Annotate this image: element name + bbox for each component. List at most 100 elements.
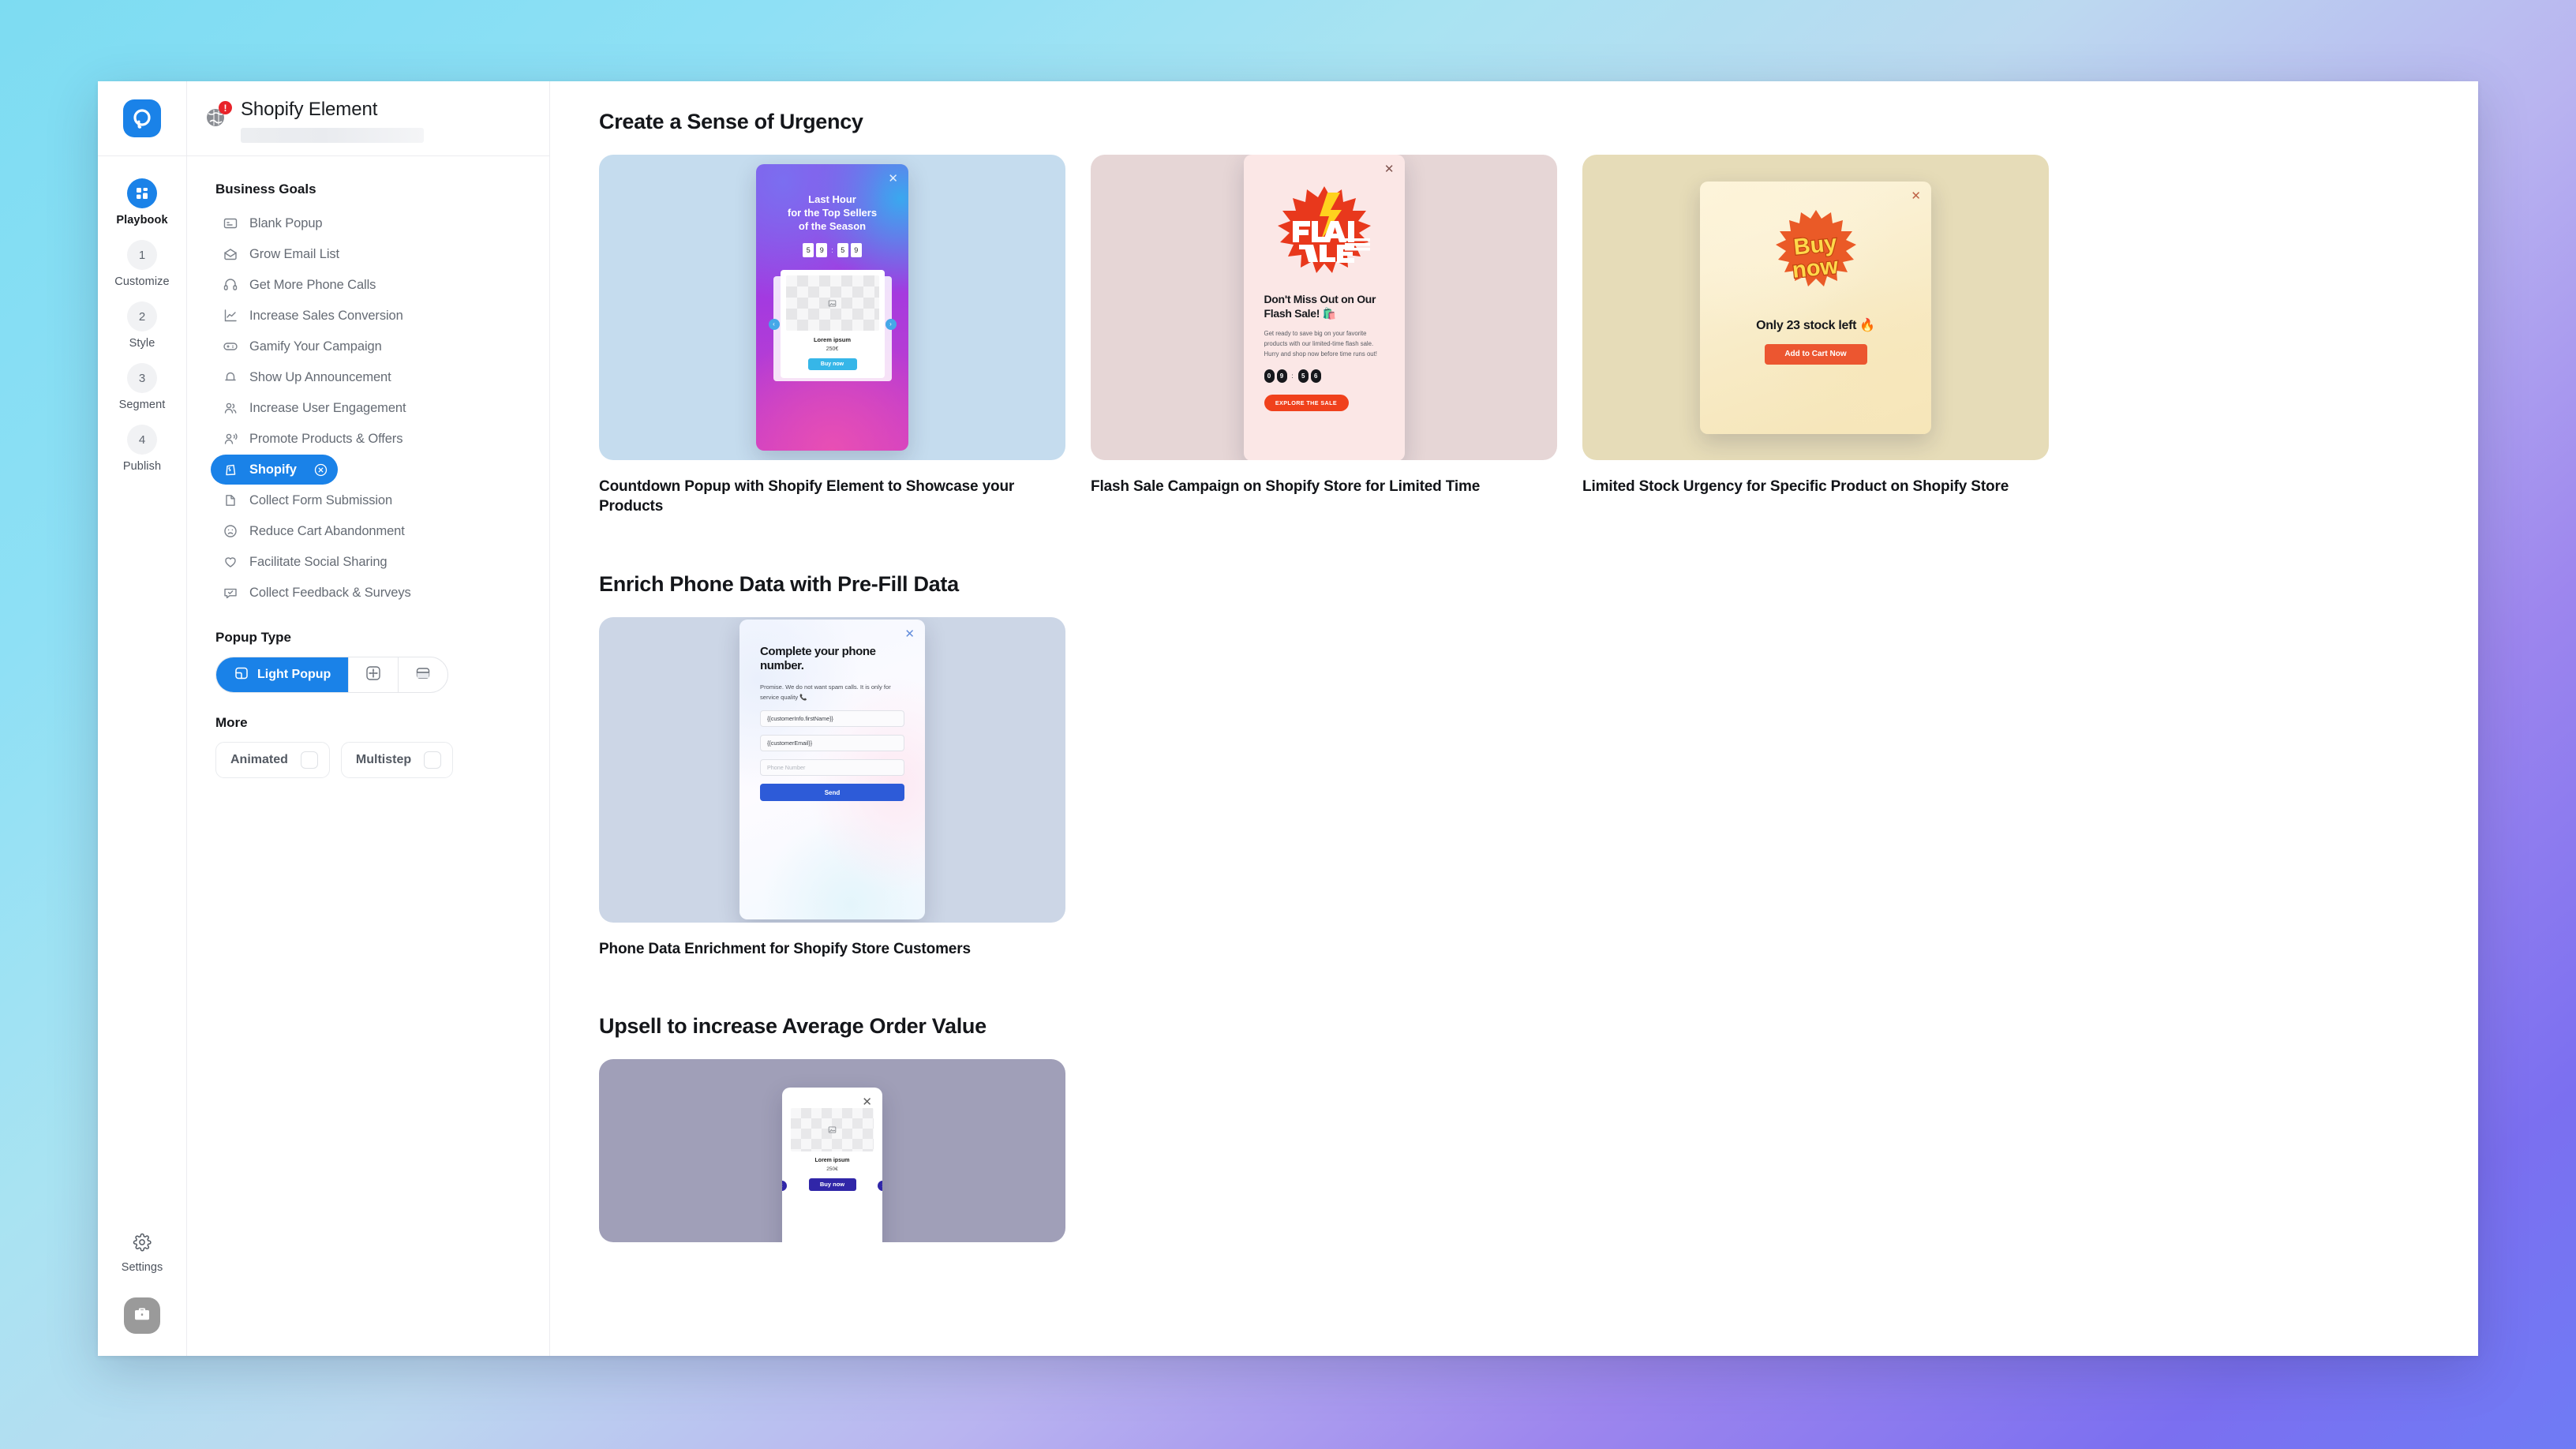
gear-icon: [133, 1233, 152, 1256]
headset-icon: [222, 276, 239, 294]
popup-type-bar[interactable]: [399, 657, 447, 692]
briefcase-icon: [133, 1305, 152, 1327]
svg-text:now: now: [1791, 253, 1839, 283]
goal-item-shopify[interactable]: Shopify: [211, 455, 338, 485]
settings-button[interactable]: Settings: [122, 1233, 163, 1274]
section-urgency: Create a Sense of Urgency ✕ Last Hour fo…: [599, 110, 2478, 517]
goal-item-gamify-your-campaign[interactable]: Gamify Your Campaign: [211, 331, 526, 361]
avatar[interactable]: [124, 1297, 160, 1334]
goal-item-promote-products-offers[interactable]: Promote Products & Offers: [211, 424, 526, 454]
rail-step-label: Playbook: [116, 214, 168, 227]
buy-now-button[interactable]: Buy now: [807, 358, 857, 371]
popup-type-label: Light Popup: [257, 668, 331, 681]
phone-number-field[interactable]: Phone Number: [760, 759, 904, 777]
close-icon[interactable]: ✕: [904, 628, 915, 640]
template-card-limited-stock[interactable]: ✕ Buy now Only 23 stock left 🔥 Add to Ca…: [1582, 155, 2049, 517]
popup-title: Last Hour for the Top Sellers of the Sea…: [787, 193, 878, 233]
business-goals-title: Business Goals: [215, 182, 316, 197]
rail-step-label: Customize: [114, 275, 170, 288]
chevron-right-icon[interactable]: ›: [878, 1180, 882, 1191]
sidebar-item-segment[interactable]: 3 Segment: [98, 363, 186, 411]
template-caption: Countdown Popup with Shopify Element to …: [599, 478, 1015, 515]
section-heading: Upsell to increase Average Order Value: [599, 1013, 987, 1038]
goal-item-increase-sales-conversion[interactable]: Increase Sales Conversion: [211, 301, 526, 331]
template-card-flash-sale[interactable]: ✕ Don't Miss Out on Our Flash Sale! 🛍️ G…: [1091, 155, 1557, 517]
template-thumbnail: ✕ Lorem ipsum 250€ Buy now ‹: [599, 1058, 1065, 1242]
flash-sale-badge-icon: [1269, 185, 1380, 278]
template-caption: Limited Stock Urgency for Specific Produ…: [1582, 478, 2009, 495]
goal-item-reduce-cart-abandonment[interactable]: Reduce Cart Abandonment: [211, 516, 526, 546]
gamepad-icon: [222, 338, 239, 355]
more-options-row: Animated Multistep: [215, 742, 521, 778]
section-phone-enrichment: Enrich Phone Data with Pre-Fill Data ✕ C…: [599, 572, 2478, 959]
rail-step-label: Publish: [122, 460, 162, 473]
goal-item-collect-feedback-surveys[interactable]: Collect Feedback & Surveys: [211, 578, 526, 608]
goal-item-blank-popup[interactable]: Blank Popup: [211, 208, 526, 238]
app-logo[interactable]: [98, 81, 186, 156]
explore-the-sale-button[interactable]: EXPLORE THE SALE: [1264, 395, 1349, 412]
goal-item-increase-user-engagement[interactable]: Increase User Engagement: [211, 393, 526, 423]
popupsmart-logo-icon: [123, 99, 161, 137]
globe-icon[interactable]: !: [203, 101, 232, 130]
goal-item-get-more-phone-calls[interactable]: Get More Phone Calls: [211, 270, 526, 300]
goal-label: Reduce Cart Abandonment: [249, 523, 405, 538]
goal-label: Grow Email List: [249, 246, 340, 261]
send-button[interactable]: Send: [760, 784, 904, 802]
megaphone-user-icon: [222, 430, 239, 447]
bar-popup-icon: [414, 665, 432, 686]
sidebar-item-style[interactable]: 2 Style: [98, 301, 186, 350]
settings-label: Settings: [121, 1261, 163, 1274]
popup-type-title: Popup Type: [215, 630, 292, 645]
step-number: 3: [127, 363, 157, 393]
close-icon[interactable]: ✕: [1911, 190, 1921, 202]
popup-type-fullscreen[interactable]: [349, 657, 399, 692]
timer-digit: 9: [1276, 369, 1287, 384]
template-card-upsell[interactable]: ✕ Lorem ipsum 250€ Buy now ‹: [599, 1058, 1065, 1242]
bell-icon: [222, 369, 239, 386]
goal-item-facilitate-social-sharing[interactable]: Facilitate Social Sharing: [211, 547, 526, 577]
sidebar-item-playbook[interactable]: Playbook: [98, 178, 186, 227]
close-icon[interactable]: ✕: [862, 1096, 872, 1108]
template-card-countdown[interactable]: ✕ Last Hour for the Top Sellers of the S…: [599, 155, 1065, 517]
toggle-multistep[interactable]: Multistep: [340, 742, 454, 778]
animated-checkbox[interactable]: [300, 751, 318, 769]
chevron-left-icon[interactable]: ‹: [768, 318, 780, 330]
product-name: Lorem ipsum: [814, 1157, 850, 1163]
email-field[interactable]: {{customerEmail}}: [760, 735, 904, 752]
close-icon[interactable]: ✕: [1384, 163, 1395, 175]
sidebar-item-publish[interactable]: 4 Publish: [98, 425, 186, 473]
heart-icon: [222, 553, 239, 571]
goal-label: Shopify: [249, 462, 297, 477]
status-badge: !: [219, 101, 232, 114]
template-thumbnail: ✕ Buy now Only 23 stock left 🔥 Add to Ca…: [1582, 155, 2049, 460]
toggle-animated[interactable]: Animated: [215, 742, 330, 778]
goal-item-grow-email-list[interactable]: Grow Email List: [211, 239, 526, 269]
product-image-placeholder: [791, 1107, 874, 1151]
sidebar-header: ! Shopify Element: [187, 81, 549, 156]
rail-bottom: Settings: [98, 1233, 186, 1356]
timer-separator: :: [1291, 373, 1294, 380]
rail-steps: Playbook 1 Customize 2 Style 3 Segment 4…: [98, 156, 186, 486]
sidebar-item-customize[interactable]: 1 Customize: [98, 240, 186, 288]
chevron-right-icon[interactable]: ›: [885, 318, 897, 330]
buy-now-button[interactable]: Buy now: [808, 1178, 856, 1191]
template-card-phone-prefill[interactable]: ✕ Complete your phone number. Promise. W…: [599, 616, 1065, 959]
popup-type-segmented-control: Light Popup: [215, 657, 449, 693]
add-to-cart-button[interactable]: Add to Cart Now: [1764, 343, 1867, 365]
first-name-field[interactable]: {{customerInfo.firstName}}: [760, 710, 904, 728]
multistep-checkbox[interactable]: [424, 751, 442, 769]
circle-x-icon[interactable]: [313, 462, 328, 477]
product-card: Lorem ipsum 250€ Buy now: [780, 270, 885, 379]
goal-label: Increase User Engagement: [249, 400, 406, 415]
chevron-left-icon[interactable]: ‹: [782, 1180, 787, 1191]
goal-item-show-up-announcement[interactable]: Show Up Announcement: [211, 362, 526, 392]
goal-label: Increase Sales Conversion: [249, 308, 403, 323]
more-block: More Animated Multistep: [215, 715, 521, 778]
title-skeleton: [241, 128, 424, 143]
popup-type-light-popup[interactable]: Light Popup: [216, 657, 350, 692]
close-icon[interactable]: ✕: [888, 173, 898, 185]
goal-item-collect-form-submission[interactable]: Collect Form Submission: [211, 485, 526, 515]
more-title: More: [215, 715, 248, 730]
